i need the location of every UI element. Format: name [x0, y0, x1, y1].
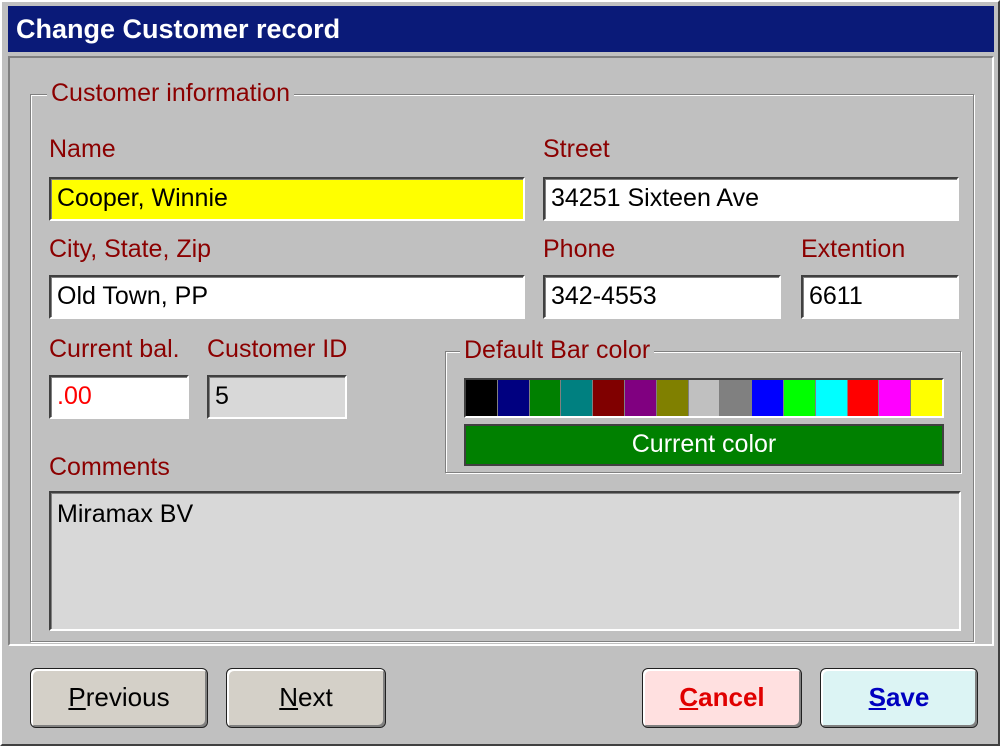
color-swatch-13[interactable]	[847, 380, 880, 416]
city-state-zip-input[interactable]: Old Town, PP	[49, 275, 525, 319]
current-color-display: Current color	[464, 424, 944, 466]
name-label: Name	[49, 135, 116, 163]
color-swatch-7[interactable]	[656, 380, 689, 416]
customer-information-group: Customer information Name Cooper, Winnie…	[30, 79, 974, 642]
color-swatch-14[interactable]	[879, 380, 912, 416]
customer-id-field: 5	[207, 375, 347, 419]
extension-label: Extention	[801, 235, 906, 263]
color-palette	[464, 378, 944, 418]
current-balance-label: Current bal.	[49, 335, 180, 363]
dialog-client-area: Customer information Name Cooper, Winnie…	[8, 56, 994, 646]
color-swatch-15[interactable]	[911, 380, 942, 416]
city-state-zip-label: City, State, Zip	[49, 235, 212, 263]
cancel-label: ancel	[698, 682, 765, 712]
next-button[interactable]: Next	[226, 668, 386, 728]
color-swatch-6[interactable]	[624, 380, 657, 416]
dialog-window: Change Customer record Customer informat…	[0, 0, 1000, 746]
color-swatch-12[interactable]	[815, 380, 848, 416]
color-swatch-4[interactable]	[561, 380, 594, 416]
save-accelerator: S	[868, 682, 886, 712]
extension-input[interactable]: 6611	[801, 275, 959, 319]
phone-input[interactable]: 342-4553	[543, 275, 781, 319]
next-label: ext	[298, 682, 333, 712]
comments-label: Comments	[49, 453, 170, 481]
color-swatch-11[interactable]	[783, 380, 816, 416]
color-swatch-3[interactable]	[529, 380, 562, 416]
save-button[interactable]: Save	[820, 668, 978, 728]
customer-information-legend: Customer information	[47, 79, 294, 108]
comments-textarea[interactable]: Miramax BV	[49, 491, 961, 631]
name-input[interactable]: Cooper, Winnie	[49, 177, 525, 221]
color-swatch-10[interactable]	[752, 380, 784, 416]
cancel-accelerator: C	[679, 682, 699, 712]
current-balance-input[interactable]: .00	[49, 375, 189, 419]
color-swatch-9[interactable]	[720, 380, 753, 416]
color-swatch-8[interactable]	[688, 380, 721, 416]
default-bar-color-group: Default Bar color Current color	[445, 336, 961, 473]
title-bar: Change Customer record	[8, 6, 994, 52]
street-label: Street	[543, 135, 610, 163]
next-accelerator: N	[279, 682, 299, 712]
previous-accelerator: P	[68, 682, 86, 712]
color-swatch-2[interactable]	[497, 380, 530, 416]
save-label: ave	[885, 682, 930, 712]
street-input[interactable]: 34251 Sixteen Ave	[543, 177, 959, 221]
color-swatch-5[interactable]	[593, 380, 625, 416]
previous-button[interactable]: Previous	[30, 668, 208, 728]
cancel-button[interactable]: Cancel	[642, 668, 802, 728]
phone-label: Phone	[543, 235, 616, 263]
previous-label: revious	[85, 682, 170, 712]
customer-id-label: Customer ID	[207, 335, 348, 363]
default-bar-color-legend: Default Bar color	[460, 336, 655, 365]
color-swatch-1[interactable]	[466, 380, 498, 416]
